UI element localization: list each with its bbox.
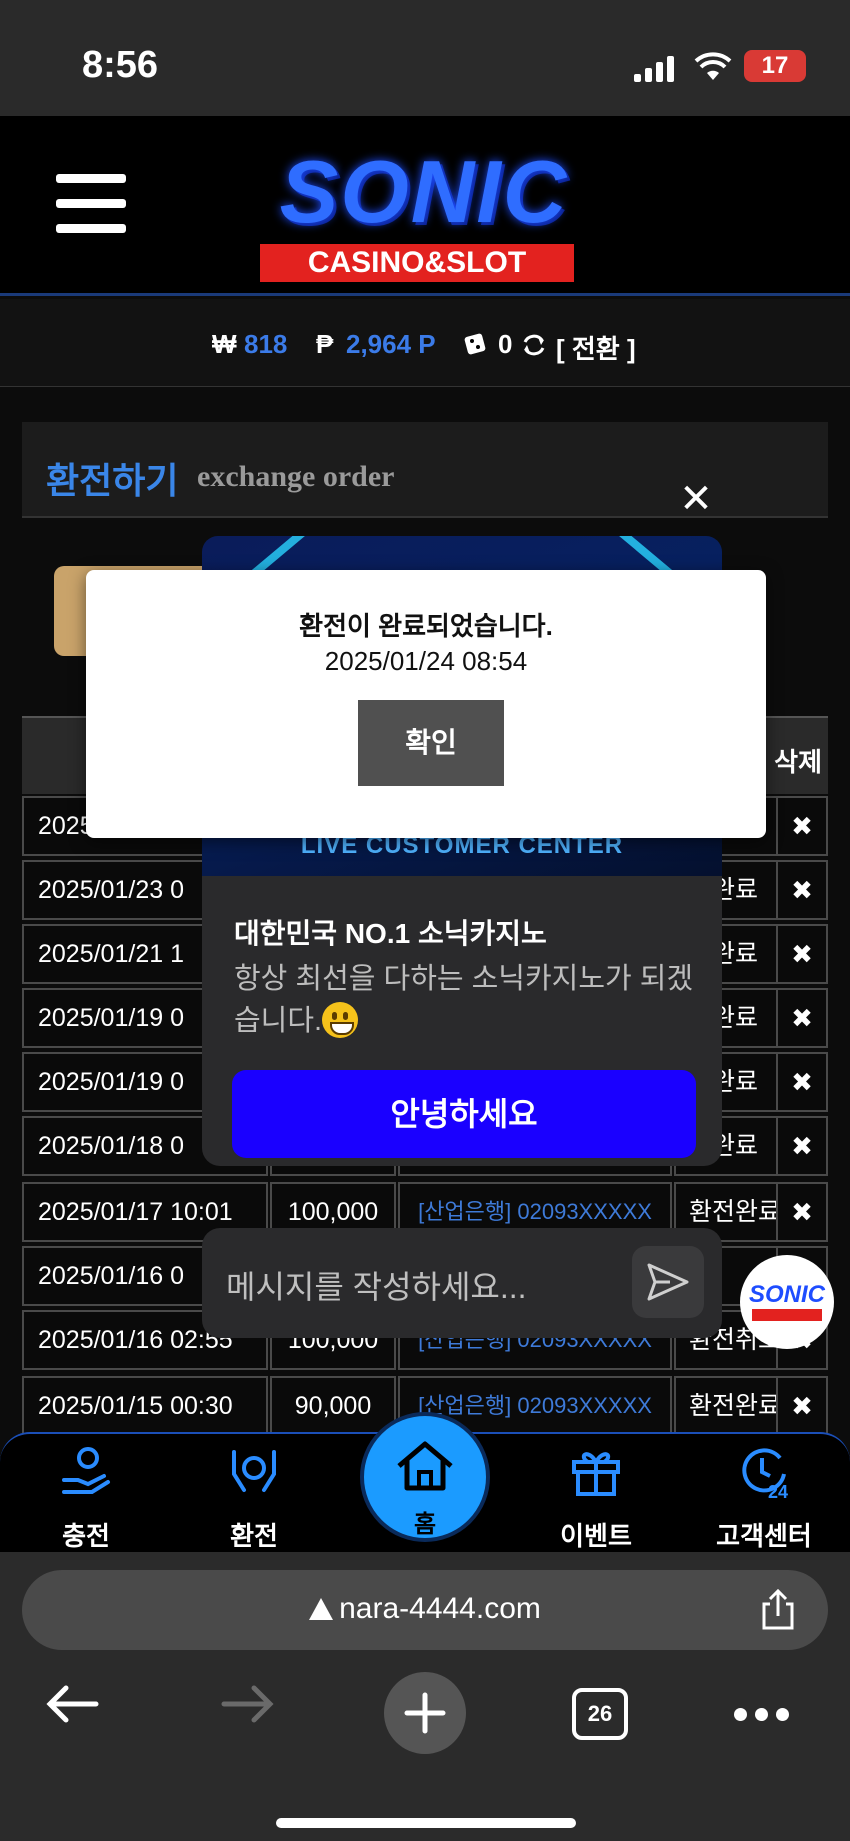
more-icon[interactable]	[734, 1708, 790, 1722]
balance-bar: ₩ 818 ₱ 2,964 P 0 [ 전환 ]	[0, 299, 850, 387]
delete-icon[interactable]: ✖	[776, 796, 828, 856]
address-bar[interactable]: nara-4444.com	[22, 1570, 828, 1650]
won-icon: ₩	[212, 329, 237, 359]
delete-icon[interactable]: ✖	[776, 988, 828, 1048]
send-button[interactable]	[632, 1246, 704, 1318]
plus-icon	[404, 1692, 446, 1734]
alert-datetime: 2025/01/24 08:54	[324, 646, 528, 676]
page-title: 환전하기	[46, 460, 179, 501]
nav-exchange[interactable]: 환전	[184, 1434, 324, 1554]
delete-icon[interactable]: ✖	[776, 1052, 828, 1112]
point-icon: ₱	[316, 329, 334, 359]
chat-close-button[interactable]: ✕	[674, 474, 718, 524]
tabs-button[interactable]: 26	[572, 1688, 628, 1740]
delete-icon[interactable]: ✖	[776, 924, 828, 984]
chat-title: 대한민국 NO.1 소닉카지노	[234, 918, 547, 949]
smile-emoji-icon	[322, 1002, 359, 1038]
nav-event-label: 이벤트	[560, 1521, 632, 1551]
charge-icon	[62, 1447, 110, 1494]
logo-main: SONIC	[279, 142, 569, 241]
chat-launcher-logo[interactable]: SONIC	[740, 1255, 834, 1349]
row-amount: 90,000	[270, 1376, 396, 1436]
convert-button[interactable]: [ 전환 ]	[556, 329, 636, 366]
alert-message: 환전이 완료되었습니다.	[299, 611, 553, 641]
forward-icon[interactable]	[220, 1684, 276, 1724]
row-date: 2025/01/15 00:30	[22, 1376, 268, 1436]
signal-icon	[634, 56, 674, 82]
warning-icon	[309, 1598, 334, 1620]
nav-charge-label: 충전	[62, 1521, 110, 1551]
status-bar: 8:56 17	[0, 0, 850, 116]
nav-event[interactable]: 이벤트	[526, 1434, 666, 1554]
url-text: nara-4444.com	[22, 1592, 828, 1626]
share-icon[interactable]	[756, 1588, 800, 1632]
nav-home[interactable]: 홈	[360, 1412, 490, 1542]
chip-balance: 0	[498, 329, 513, 359]
won-balance: 818	[244, 329, 288, 359]
delete-icon[interactable]: ✖	[776, 1376, 828, 1436]
chat-welcome-card: 대한민국 NO.1 소닉카지노 항상 최선을 다하는 소닉카지노가 되겠습니다.…	[202, 876, 722, 1166]
chat-launcher-label: SONIC	[748, 1281, 825, 1308]
exchange-icon	[232, 1450, 276, 1492]
logo-sub: CASINO&SLOT	[260, 244, 574, 282]
screen: 8:56 17 SONIC CASINO&SLOT ₩ 818 ₱ 2,964 …	[0, 0, 850, 1841]
delete-icon[interactable]: ✖	[776, 860, 828, 920]
page-subtitle: exchange order	[197, 460, 395, 493]
chat-body: 항상 최선을 다하는 소닉카지노가 되겠습니다.	[234, 963, 694, 1038]
nav-support[interactable]: 24 고객센터	[694, 1434, 834, 1554]
battery-icon: 17	[744, 50, 806, 82]
support-24-icon: 24	[742, 1448, 788, 1500]
gift-icon	[572, 1452, 620, 1496]
browser-toolbar: nara-4444.com 26	[0, 1552, 850, 1841]
send-icon	[647, 1263, 689, 1301]
nav-exchange-label: 환전	[230, 1521, 278, 1551]
delete-column-header: 삭제	[774, 747, 822, 777]
chat-message-input[interactable]: 메시지를 작성하세요...	[226, 1262, 527, 1308]
alert-dialog: 환전이 완료되었습니다. 2025/01/24 08:54 확인	[86, 570, 766, 838]
delete-icon[interactable]: ✖	[776, 1182, 828, 1242]
refresh-icon[interactable]	[520, 331, 548, 359]
confirm-button[interactable]: 확인	[358, 700, 504, 786]
new-tab-button[interactable]	[384, 1672, 466, 1754]
nav-support-label: 고객센터	[716, 1521, 812, 1551]
back-icon[interactable]	[44, 1684, 100, 1724]
home-indicator	[276, 1818, 576, 1828]
nav-home-label: 홈	[413, 1511, 437, 1538]
site-header: SONIC CASINO&SLOT	[0, 116, 850, 296]
nav-charge[interactable]: 충전	[16, 1434, 156, 1554]
home-icon	[397, 1441, 453, 1491]
svg-text:24: 24	[768, 1482, 788, 1500]
chip-icon	[464, 333, 486, 355]
chat-message-box: 메시지를 작성하세요...	[202, 1228, 722, 1338]
menu-icon[interactable]	[56, 174, 126, 234]
chat-hello-button[interactable]: 안녕하세요	[232, 1070, 696, 1158]
wifi-icon	[694, 52, 732, 80]
delete-icon[interactable]: ✖	[776, 1116, 828, 1176]
site-logo[interactable]: SONIC CASINO&SLOT	[248, 142, 600, 282]
status-time: 8:56	[82, 44, 159, 86]
point-balance: 2,964 P	[346, 329, 436, 359]
